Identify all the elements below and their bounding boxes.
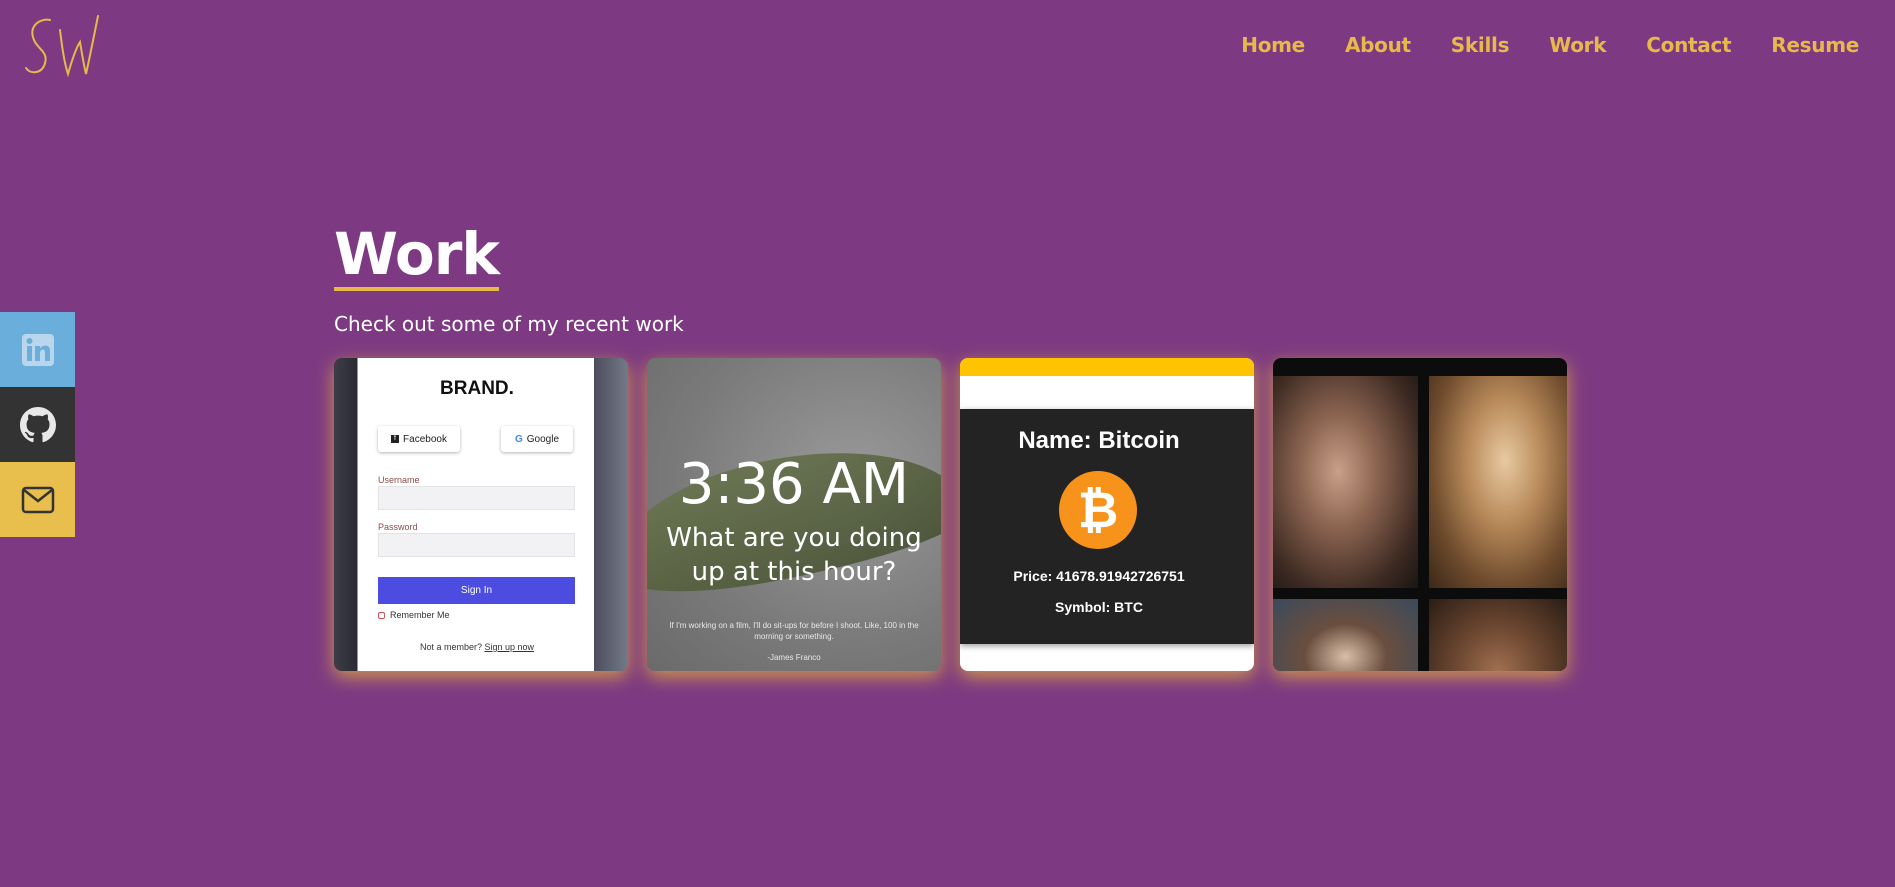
coin-symbol: Symbol: BTC xyxy=(1055,599,1143,615)
nav-resume[interactable]: Resume xyxy=(1771,33,1859,57)
checkbox-icon xyxy=(378,611,385,619)
facebook-icon: f xyxy=(391,435,400,443)
mail-icon xyxy=(21,486,54,513)
nav-about[interactable]: About xyxy=(1345,33,1411,57)
login-form-preview: BRAND. f Facebook G Google Username Pass… xyxy=(360,358,594,671)
password-field xyxy=(378,533,575,557)
google-button: G Google xyxy=(501,426,573,452)
logo-signature-icon xyxy=(25,15,99,78)
username-label: Username xyxy=(378,475,420,485)
signup-link: Sign up now xyxy=(484,642,535,652)
portrait-image xyxy=(1273,599,1418,671)
project-card-clock[interactable]: 3:36 AM What are you doing up at this ho… xyxy=(647,358,941,671)
facebook-button: f Facebook xyxy=(378,426,460,452)
username-field xyxy=(378,486,575,510)
header-bar xyxy=(960,358,1254,376)
portrait-image xyxy=(1429,599,1567,671)
project-card-gallery[interactable] xyxy=(1273,358,1567,671)
coin-price: Price: 41678.91942726751 xyxy=(1013,568,1185,584)
page-subtitle: Check out some of my recent work xyxy=(334,312,684,336)
coin-name: Name: Bitcoin xyxy=(1018,427,1180,454)
password-label: Password xyxy=(378,522,418,532)
bitcoin-icon: ₿ xyxy=(1059,471,1137,549)
signup-prompt: Not a member? Sign up now xyxy=(419,642,535,652)
project-card-login[interactable]: BRAND. f Facebook G Google Username Pass… xyxy=(334,358,628,671)
github-link[interactable] xyxy=(0,387,75,462)
remember-me: Remember Me xyxy=(378,610,450,620)
linkedin-link[interactable] xyxy=(0,312,75,387)
github-icon xyxy=(19,406,56,442)
signin-button: Sign In xyxy=(378,577,575,604)
clock-time: 3:36 AM xyxy=(678,452,910,517)
nav-skills[interactable]: Skills xyxy=(1451,33,1510,57)
nav-work[interactable]: Work xyxy=(1549,33,1606,57)
portrait-image xyxy=(1273,376,1418,588)
quote-author: -James Franco xyxy=(767,653,821,662)
google-icon: G xyxy=(514,433,523,445)
nav-contact[interactable]: Contact xyxy=(1646,33,1731,57)
social-sidebar xyxy=(0,312,75,537)
site-logo[interactable] xyxy=(20,12,115,82)
main-nav: Home About Skills Work Contact Resume xyxy=(1241,33,1859,57)
brand-title: BRAND. xyxy=(440,378,514,399)
linkedin-icon xyxy=(21,333,54,366)
work-grid: BRAND. f Facebook G Google Username Pass… xyxy=(334,358,1567,671)
email-link[interactable] xyxy=(0,462,75,537)
project-card-crypto[interactable]: Name: Bitcoin ₿ Price: 41678.91942726751… xyxy=(960,358,1254,671)
nav-home[interactable]: Home xyxy=(1241,33,1305,57)
clock-question: What are you doing up at this hour? xyxy=(666,523,922,587)
page-title: Work xyxy=(334,225,500,291)
clock-quote: If I'm working on a film, I'll do sit-up… xyxy=(669,621,919,642)
portrait-image xyxy=(1429,376,1567,588)
